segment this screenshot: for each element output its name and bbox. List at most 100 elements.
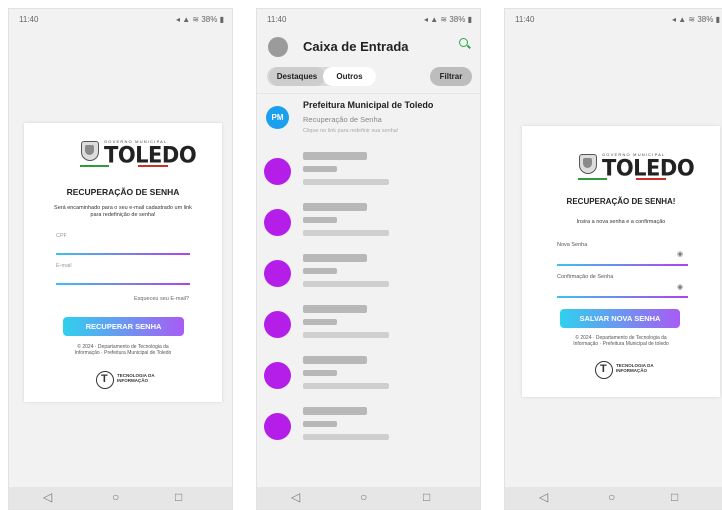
placeholder-line (303, 356, 367, 364)
placeholder-line (303, 179, 389, 185)
placeholder-avatar (264, 413, 291, 440)
cpf-field[interactable] (56, 253, 190, 255)
placeholder-line (303, 407, 367, 415)
inbox-header: Caixa de Entrada (257, 31, 480, 65)
placeholder-list-item (257, 200, 480, 250)
placeholder-line (303, 370, 337, 376)
logo-flag-stripe (80, 165, 168, 167)
placeholder-line (303, 319, 337, 325)
inbox-tabs: Destaques Outros Filtrar (257, 67, 480, 89)
confirm-password-label: Confirmação de Senha (557, 274, 614, 280)
eye-icon[interactable]: ◉ (677, 250, 683, 258)
recent-apps-icon[interactable]: □ (671, 490, 678, 504)
phone-screen-new-password: 11:40 ◂ ▲ ≋ 38% ▮ GOVERNO MUNICIPAL TOLE… (504, 8, 722, 510)
placeholder-line (303, 217, 337, 223)
recover-card: GOVERNO MUNICIPAL TOLEDO RECUPERAÇÃO DE … (24, 123, 222, 402)
status-time: 11:40 (19, 15, 39, 24)
new-password-field[interactable] (557, 264, 688, 266)
ti-icon (595, 361, 613, 379)
placeholder-line (303, 254, 367, 262)
tab-highlights[interactable]: Destaques (269, 67, 325, 86)
placeholder-list-item (257, 353, 480, 403)
home-icon[interactable]: ○ (608, 490, 615, 504)
placeholder-line (303, 305, 367, 313)
nav-bar: ◁ ○ □ (257, 487, 480, 509)
instructions-text: Insira a nova senha e a confirmação (576, 219, 666, 225)
placeholder-list-item (257, 149, 480, 199)
battery-level: 38% (201, 15, 218, 24)
footer-text: © 2024 · Departamento de Tecnologia da I… (74, 344, 172, 356)
placeholder-line (303, 203, 367, 211)
placeholder-line (303, 230, 389, 236)
placeholder-line (303, 332, 389, 338)
email-sender: Prefeitura Municipal de Toledo (303, 100, 434, 110)
status-time: 11:40 (515, 15, 535, 24)
placeholder-line (303, 281, 389, 287)
email-field-label: E-mail (56, 263, 72, 269)
status-bar: 11:40 ◂ ▲ ≋ 38% ▮ (9, 9, 232, 31)
placeholder-list-item (257, 302, 480, 352)
placeholder-avatar (264, 311, 291, 338)
placeholder-avatar (264, 362, 291, 389)
instructions-text: Será encaminhado para o seu e-mail cadas… (54, 205, 192, 218)
logo-city-text: TOLEDO (104, 142, 197, 168)
placeholder-avatar (264, 158, 291, 185)
email-subject: Recuperação de Senha (303, 115, 382, 124)
tab-others[interactable]: Outros (323, 67, 376, 86)
nav-bar: ◁ ○ □ (505, 487, 722, 509)
new-password-card: GOVERNO MUNICIPAL TOLEDO RECUPERAÇÃO DE … (522, 126, 720, 397)
nav-bar: ◁ ○ □ (9, 487, 232, 509)
status-indicators: ◂ ▲ ≋ 38% ▮ (424, 15, 472, 24)
new-password-label: Nova Senha (557, 242, 588, 248)
placeholder-line (303, 383, 389, 389)
phone-screen-recover: 11:40 ◂ ▲ ≋ 38% ▮ GOVERNO MUNICIPAL TOLE… (8, 8, 233, 510)
home-icon[interactable]: ○ (360, 490, 367, 504)
email-preview: Clique no link para redefinir sua senha! (303, 128, 399, 134)
crest-icon (579, 154, 597, 174)
email-list-item[interactable]: PM Prefeitura Municipal de Toledo Recupe… (257, 93, 480, 143)
placeholder-line (303, 166, 337, 172)
status-time: 11:40 (267, 15, 287, 24)
status-indicators: ◂ ▲ ≋ 38% ▮ (672, 15, 720, 24)
home-icon[interactable]: ○ (112, 490, 119, 504)
cpf-field-label: CPF (56, 233, 67, 239)
sender-avatar: PM (266, 106, 289, 129)
page-title: RECUPERAÇÃO DE SENHA! (566, 197, 676, 206)
recent-apps-icon[interactable]: □ (423, 490, 430, 504)
toledo-logo: GOVERNO MUNICIPAL TOLEDO (24, 135, 222, 175)
phone-screen-inbox: 11:40 ◂ ▲ ≋ 38% ▮ Caixa de Entrada Desta… (256, 8, 481, 510)
ti-logo-text: TECNOLOGIA DA INFORMAÇÃO (616, 363, 654, 373)
placeholder-list-item (257, 251, 480, 301)
ti-logo: TECNOLOGIA DA INFORMAÇÃO (96, 370, 166, 392)
avatar[interactable] (268, 37, 288, 57)
back-icon[interactable]: ◁ (291, 490, 300, 504)
status-bar: 11:40 ◂ ▲ ≋ 38% ▮ (505, 9, 722, 31)
forgot-email-link[interactable]: Esqueceu seu E-mail? (134, 296, 189, 302)
back-icon[interactable]: ◁ (539, 490, 548, 504)
confirm-password-field[interactable] (557, 296, 688, 298)
placeholder-list-item (257, 404, 480, 454)
placeholder-avatar (264, 209, 291, 236)
filter-button[interactable]: Filtrar (430, 67, 472, 86)
back-icon[interactable]: ◁ (43, 490, 52, 504)
footer-text: © 2024 · Departamento de Tecnologia da I… (573, 335, 669, 347)
placeholder-line (303, 268, 337, 274)
eye-icon[interactable]: ◉ (677, 283, 683, 291)
save-password-button[interactable]: SALVAR NOVA SENHA (560, 309, 680, 328)
toledo-logo: GOVERNO MUNICIPAL TOLEDO (522, 148, 720, 188)
placeholder-line (303, 152, 367, 160)
recover-password-button[interactable]: RECUPERAR SENHA (63, 317, 184, 336)
battery-level: 38% (697, 15, 714, 24)
ti-logo: TECNOLOGIA DA INFORMAÇÃO (595, 360, 665, 382)
status-bar: 11:40 ◂ ▲ ≋ 38% ▮ (257, 9, 480, 31)
recent-apps-icon[interactable]: □ (175, 490, 182, 504)
logo-flag-stripe (578, 178, 666, 180)
ti-logo-text: TECNOLOGIA DA INFORMAÇÃO (117, 373, 155, 383)
battery-level: 38% (449, 15, 466, 24)
email-field[interactable] (56, 283, 190, 285)
search-icon[interactable] (459, 38, 468, 47)
page-title: Caixa de Entrada (303, 39, 409, 54)
crest-icon (81, 141, 99, 161)
placeholder-line (303, 421, 337, 427)
placeholder-avatar (264, 260, 291, 287)
